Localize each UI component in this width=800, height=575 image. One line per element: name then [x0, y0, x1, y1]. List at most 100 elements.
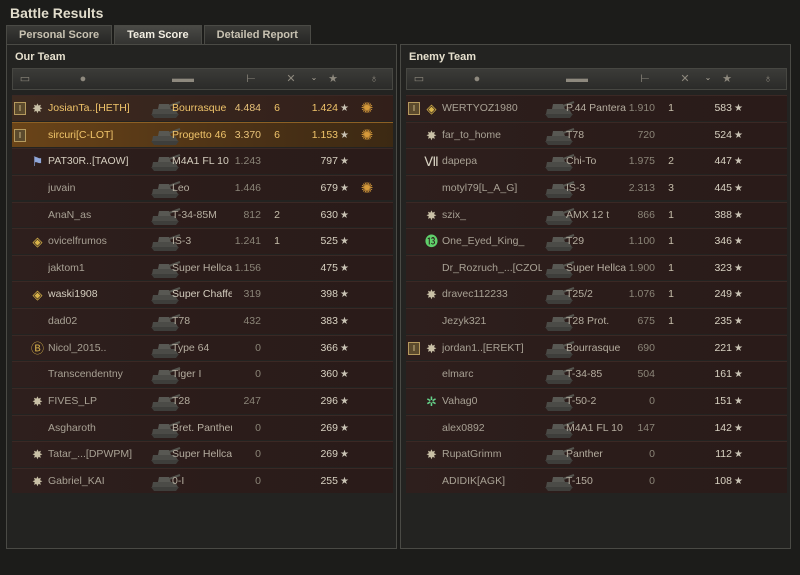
player-name[interactable]: Vahag0	[442, 389, 542, 414]
player-row[interactable]: ✸ FIVES_LP T28 247 296 ★	[12, 388, 393, 414]
score-value: 398	[320, 288, 338, 301]
player-row[interactable]: dad02 T78 432 383 ★	[12, 308, 393, 334]
star-icon: ★	[734, 103, 743, 114]
player-row[interactable]: motyl79[L_A_G] IS-3 2.313 3 445 ★	[406, 174, 787, 201]
player-row[interactable]: ⓭ One_Eyed_King_ T29 1.100 1 346 ★	[406, 228, 787, 254]
tab-team-score[interactable]: Team Score	[114, 25, 202, 44]
player-row[interactable]: Transcendentny Tiger I 0 360 ★	[12, 361, 393, 387]
player-row[interactable]: Jezyk321 T28 Prot. 675 1 235 ★	[406, 308, 787, 334]
player-row[interactable]: ADIDIK[AGK] T-150 0 108 ★	[406, 467, 787, 494]
star-icon: ★	[340, 209, 349, 221]
damage-value: 1.076	[628, 288, 655, 301]
player-name[interactable]: Jezyk321	[442, 309, 542, 334]
player-name[interactable]: FIVES_LP	[48, 389, 148, 414]
score-value: 360	[320, 368, 338, 381]
player-name[interactable]: jordan1..[EREKT]	[442, 336, 542, 361]
medal-icon[interactable]: ♁	[359, 69, 389, 89]
player-row[interactable]: alex0892 M4A1 FL 10 147 142 ★	[406, 414, 787, 441]
player-row[interactable]: Asgharoth Bret. Panther 0 269 ★	[12, 414, 393, 441]
player-name[interactable]: Tatar_...[DPWPM]	[48, 442, 148, 467]
platoon-icon: I	[14, 102, 26, 115]
tank-icon[interactable]: ▬▬	[133, 69, 233, 89]
destroyed-tank-icon[interactable]: ✕	[271, 69, 311, 89]
medal-icon[interactable]: ✺	[358, 180, 376, 198]
player-row[interactable]: I ✸ jordan1..[EREKT] Bourrasque 690 221 ★	[406, 334, 787, 361]
player-row[interactable]: Ⓑ Nicol_2015.. Type 64 0 366 ★	[12, 334, 393, 361]
player-name[interactable]: Dr_Rozruch_...[CZOL]	[442, 256, 542, 281]
player-name[interactable]: WERTYOZ1980	[442, 96, 542, 121]
kills-value	[656, 442, 686, 467]
player-row[interactable]: ✸ far_to_home T78 720 524 ★	[406, 121, 787, 148]
star-icon[interactable]: ★	[707, 69, 747, 89]
player-name[interactable]: Transcendentny	[48, 362, 148, 387]
destroyed-tank-icon[interactable]: ✕	[665, 69, 705, 89]
player-name[interactable]: szix_	[442, 203, 542, 228]
player-row[interactable]: I ✸ JosianTa..[HETH] Bourrasque 4.484 6 1.424 ★…	[12, 95, 393, 121]
platoon-icon[interactable]: ▭	[17, 69, 33, 89]
player-name[interactable]: Asgharoth	[48, 416, 148, 441]
chevron-down-icon[interactable]: ⌄	[703, 68, 713, 88]
player-row[interactable]: I ◈ WERTYOZ1980 P.44 Pantera 1.910 1 583 ★	[406, 95, 787, 121]
player-name[interactable]: RupatGrimm	[442, 442, 542, 467]
kills-value	[262, 442, 292, 467]
gun-icon[interactable]: ⊢	[627, 69, 663, 89]
player-icon[interactable]: ●	[43, 69, 123, 89]
player-row[interactable]: ✸ Tatar_...[DPWPM] Super Hellcat 0 269 ★	[12, 441, 393, 467]
player-name[interactable]: alex0892	[442, 416, 542, 441]
player-name[interactable]: far_to_home	[442, 123, 542, 148]
player-row[interactable]: ✸ RupatGrimm Panther 0 112 ★	[406, 441, 787, 467]
player-row[interactable]: AnaN_as T-34-85M 812 2 630 ★	[12, 201, 393, 228]
tab-detailed-report[interactable]: Detailed Report	[203, 25, 311, 44]
player-row[interactable]: ✸ szix_ AMX 12 t 866 1 388 ★	[406, 201, 787, 228]
player-name[interactable]: AnaN_as	[48, 203, 148, 228]
player-name[interactable]: dapepa	[442, 149, 542, 174]
tab-personal-score[interactable]: Personal Score	[6, 25, 113, 44]
player-name[interactable]: Gabriel_KAI	[48, 469, 148, 494]
player-row[interactable]: elmarc T-34-85 504 161 ★	[406, 361, 787, 387]
player-name[interactable]: PAT30R..[TAOW]	[48, 149, 148, 174]
player-row[interactable]: Isircuri[C-LOT] Progetto 46 3.370 6 1.153 ★ ✺	[12, 121, 393, 148]
chevron-down-icon[interactable]: ⌄	[309, 68, 319, 88]
player-row[interactable]: Ⅶdapepa Chi-To 1.975 2 447 ★	[406, 148, 787, 174]
enemy-team-header: ▭ ● ▬▬ ⊢ ✕ ★ ⌄ ♁	[406, 68, 787, 90]
damage-value: 319	[243, 288, 261, 301]
damage-value: 1.975	[628, 155, 655, 168]
player-name[interactable]: JosianTa..[HETH]	[48, 96, 148, 121]
player-row[interactable]: ✲ Vahag0 T-50-2 0 151 ★	[406, 388, 787, 414]
star-icon[interactable]: ★	[313, 69, 353, 89]
gun-icon[interactable]: ⊢	[233, 69, 269, 89]
player-row[interactable]: jaktom1 Super Hellcat 1.156 475 ★	[12, 254, 393, 281]
player-name[interactable]: ADIDIK[AGK]	[442, 469, 542, 494]
medal-icon[interactable]: ✺	[358, 127, 376, 145]
player-name[interactable]: Nicol_2015..	[48, 336, 148, 361]
player-name[interactable]: juvain	[48, 176, 148, 201]
player-name[interactable]: dravec112233	[442, 282, 542, 307]
player-name[interactable]: ovicelfrumos	[48, 229, 148, 254]
player-row[interactable]: ⚑ PAT30R..[TAOW] M4A1 FL 10 1.243 797 ★	[12, 148, 393, 174]
player-name[interactable]: sircuri[C-LOT]	[48, 123, 148, 148]
player-row[interactable]: ◈ ovicelfrumos IS-3 1.241 1 525 ★	[12, 228, 393, 254]
player-name[interactable]: elmarc	[442, 362, 542, 387]
damage-value: 0	[649, 395, 655, 408]
platoon-icon[interactable]: ▭	[411, 69, 427, 89]
player-name[interactable]: One_Eyed_King_	[442, 229, 542, 254]
player-name[interactable]: dad02	[48, 309, 148, 334]
player-row[interactable]: ✸ dravec112233 T25/2 1.076 1 249 ★	[406, 281, 787, 307]
medal-icon[interactable]: ♁	[753, 69, 783, 89]
player-row[interactable]: ✸ Gabriel_KAI 0-I 0 255 ★	[12, 467, 393, 494]
player-name[interactable]: waski1908	[48, 282, 148, 307]
player-row[interactable]: ◈waski1908Super Chaffee319398★	[12, 281, 393, 307]
player-icon[interactable]: ●	[437, 69, 517, 89]
star-badge-icon: ✸	[426, 340, 437, 356]
star-icon: ★	[340, 289, 349, 301]
kills-value: 1	[668, 315, 674, 328]
damage-value: 1.156	[234, 261, 261, 274]
player-name[interactable]: jaktom1	[48, 256, 148, 281]
tank-icon[interactable]: ▬▬	[527, 69, 627, 89]
player-name[interactable]: motyl79[L_A_G]	[442, 176, 542, 201]
player-row[interactable]: Dr_Rozruch_...[CZOL] Super Hellcat 1.900 1 3…	[406, 254, 787, 281]
medal-icon[interactable]: ✺	[358, 100, 376, 118]
damage-value: 1.243	[234, 155, 261, 168]
kills-value	[262, 256, 292, 281]
player-row[interactable]: juvain Leo 1.446 679 ★ ✺	[12, 174, 393, 201]
